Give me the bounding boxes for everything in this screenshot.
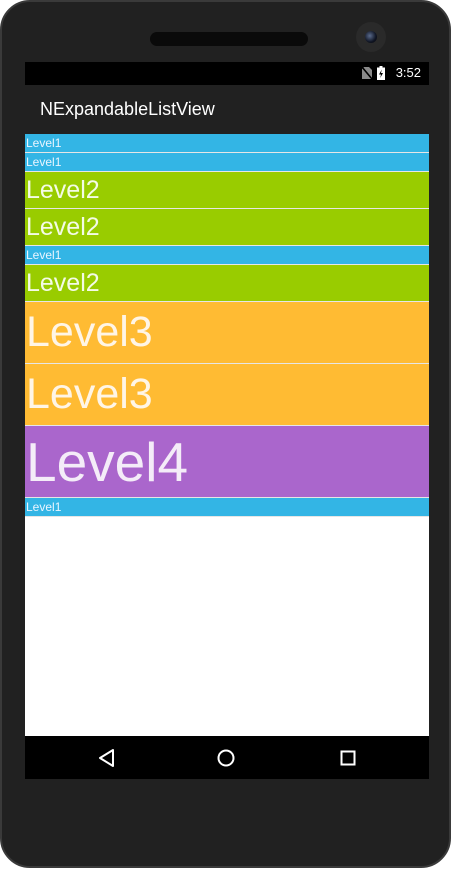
app-title: NExpandableListView xyxy=(40,99,215,119)
list-item-level1[interactable]: Level1 xyxy=(25,498,429,517)
status-time: 3:52 xyxy=(395,65,421,80)
list-item-level3[interactable]: Level3 xyxy=(25,364,429,426)
list-item-level2[interactable]: Level2 xyxy=(25,172,429,209)
navigation-bar xyxy=(25,736,429,779)
list-item-label: Level2 xyxy=(26,175,100,204)
list-item-label: Level2 xyxy=(26,268,100,297)
back-icon[interactable] xyxy=(94,745,120,771)
home-icon[interactable] xyxy=(213,745,239,771)
action-bar: NExpandableListView xyxy=(25,85,429,134)
list-item-label: Level4 xyxy=(26,430,189,493)
no-sim-icon xyxy=(362,67,372,79)
list-item-label: Level1 xyxy=(26,155,62,169)
list-item-label: Level3 xyxy=(26,308,153,356)
list-item-level1[interactable]: Level1 xyxy=(25,134,429,153)
battery-charging-icon xyxy=(377,66,385,80)
list-item-level3[interactable]: Level3 xyxy=(25,302,429,364)
list-item-label: Level2 xyxy=(26,212,100,241)
list-item-label: Level1 xyxy=(26,136,62,150)
device-screen: 3:52 NExpandableListView Level1 Level1 L… xyxy=(25,62,429,779)
front-camera-icon xyxy=(356,22,386,52)
list-item-level4[interactable]: Level4 xyxy=(25,426,429,498)
status-bar: 3:52 xyxy=(25,62,429,85)
earpiece-speaker xyxy=(150,32,308,46)
recents-icon[interactable] xyxy=(335,745,361,771)
list-item-label: Level1 xyxy=(26,500,62,514)
list-item-label: Level1 xyxy=(26,248,62,262)
list-item-level1[interactable]: Level1 xyxy=(25,246,429,265)
list-item-level1[interactable]: Level1 xyxy=(25,153,429,172)
list-item-level2[interactable]: Level2 xyxy=(25,265,429,302)
expandable-list[interactable]: Level1 Level1 Level2 Level2 Level1 Level… xyxy=(25,134,429,517)
list-item-label: Level3 xyxy=(26,370,153,418)
list-item-level2[interactable]: Level2 xyxy=(25,209,429,246)
